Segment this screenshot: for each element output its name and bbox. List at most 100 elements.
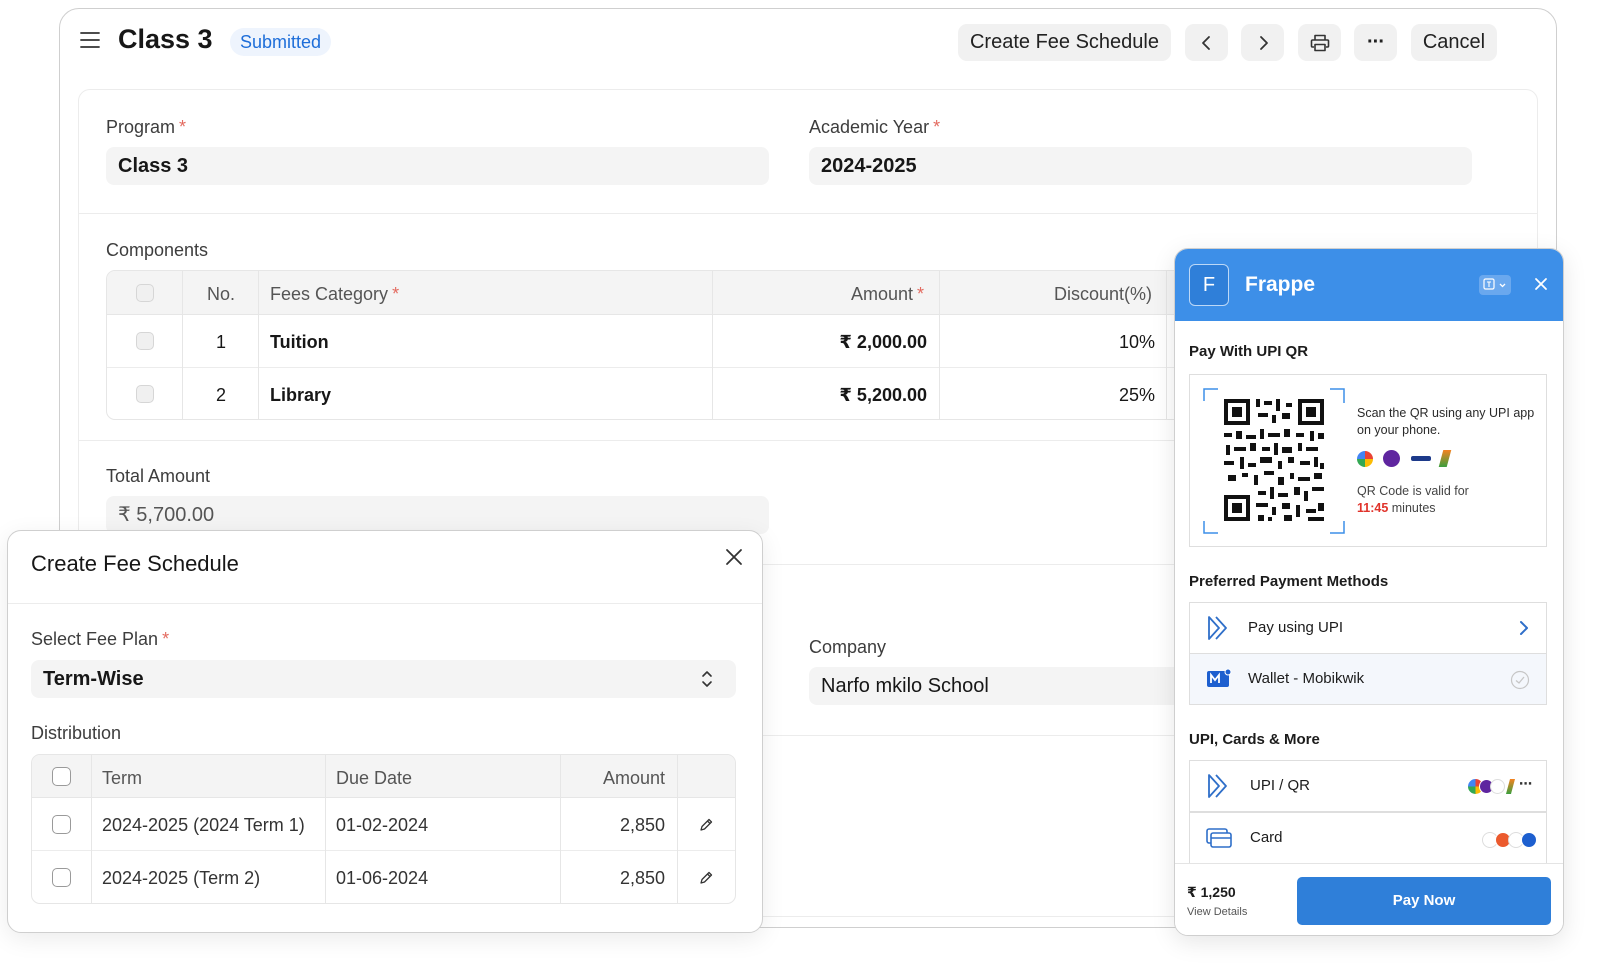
create-fee-schedule-dialog: Create Fee Schedule Select Fee Plan* Ter… <box>7 530 763 933</box>
method-label: UPI / QR <box>1250 777 1310 794</box>
upi-icon <box>1206 773 1230 799</box>
row-amount: 2,850 <box>572 814 665 836</box>
cancel-button[interactable]: Cancel <box>1411 24 1497 61</box>
payment-widget: F Frappe Pay With UPI QR <box>1174 248 1564 936</box>
upi-qr-option[interactable]: UPI / QR ⋯ <box>1189 760 1547 812</box>
select-all-checkbox[interactable] <box>136 284 154 302</box>
row-checkbox[interactable] <box>52 815 71 834</box>
method-label: Pay using UPI <box>1248 619 1343 636</box>
column-amount: Amount* <box>851 283 924 305</box>
row-checkbox[interactable] <box>136 385 154 403</box>
table-header: No. Fees Category* Amount* Discount(%) <box>107 271 1285 315</box>
merchant-name: Frappe <box>1245 273 1315 297</box>
menu-icon[interactable] <box>80 31 100 49</box>
pay-using-upi-option[interactable]: Pay using UPI <box>1189 602 1547 654</box>
next-button[interactable] <box>1241 24 1284 61</box>
upi-cards-more-title: UPI, Cards & More <box>1189 731 1320 748</box>
column-divider <box>182 271 183 419</box>
fee-plan-value: Term-Wise <box>43 668 144 690</box>
row-amount: 2,850 <box>572 867 665 889</box>
merchant-logo: F <box>1189 264 1229 306</box>
chevron-right-icon <box>1519 620 1529 636</box>
scan-instructions: Scan the QR using any UPI app on your ph… <box>1357 405 1542 439</box>
column-divider <box>325 755 326 903</box>
previous-button[interactable] <box>1185 24 1228 61</box>
payment-footer: ₹ 1,250 View Details Pay Now <box>1175 863 1563 936</box>
table-row[interactable]: 2024-2025 (Term 2) 01-06-2024 2,850 <box>32 851 735 904</box>
column-divider <box>258 271 259 419</box>
fee-plan-select[interactable]: Term-Wise <box>31 660 736 698</box>
row-due-date: 01-06-2024 <box>336 867 428 889</box>
qr-section-title: Pay With UPI QR <box>1189 343 1308 360</box>
components-table: No. Fees Category* Amount* Discount(%) 1… <box>106 270 1286 420</box>
upi-icon <box>1206 615 1230 641</box>
bhim-icon <box>1439 450 1452 467</box>
select-all-checkbox[interactable] <box>52 767 71 786</box>
language-icon[interactable] <box>1479 275 1511 295</box>
column-due-date: Due Date <box>336 767 412 789</box>
table-row[interactable]: 2 Library ₹ 5,200.00 25% <box>107 368 1285 420</box>
program-label: Program* <box>106 117 186 138</box>
status-badge: Submitted <box>230 28 331 56</box>
printer-icon <box>1310 34 1330 52</box>
more-options-button[interactable]: ··· <box>1354 24 1397 61</box>
mobikwik-icon <box>1206 668 1232 690</box>
qr-validity: QR Code is valid for 11:45 minutes <box>1357 483 1542 517</box>
qr-panel: Scan the QR using any UPI app on your ph… <box>1189 374 1547 547</box>
card-option[interactable]: Card <box>1189 812 1547 864</box>
chevron-left-icon <box>1200 35 1214 51</box>
column-amount: Amount <box>572 767 665 789</box>
create-fee-schedule-button[interactable]: Create Fee Schedule <box>958 24 1171 61</box>
row-amount: ₹ 2,000.00 <box>807 331 927 353</box>
column-no: No. <box>207 283 235 305</box>
close-icon[interactable] <box>1534 277 1548 291</box>
column-divider <box>560 755 561 903</box>
close-icon[interactable] <box>724 547 744 567</box>
company-label: Company <box>809 637 886 658</box>
page-title: Class 3 <box>118 24 213 55</box>
gpay-icon <box>1357 451 1373 467</box>
table-row[interactable]: 2024-2025 (2024 Term 1) 01-02-2024 2,850 <box>32 798 735 851</box>
paytm-icon <box>1411 456 1431 461</box>
table-header: Term Due Date Amount <box>32 755 735 798</box>
select-arrows-icon <box>701 669 713 689</box>
table-row[interactable]: 1 Tuition ₹ 2,000.00 10% <box>107 315 1285 368</box>
more-icon: ⋯ <box>1519 776 1532 792</box>
edit-icon[interactable] <box>698 870 714 886</box>
payment-amount: ₹ 1,250 <box>1187 884 1236 901</box>
dialog-divider <box>8 603 762 604</box>
fee-plan-label: Select Fee Plan* <box>31 629 169 650</box>
column-discount: Discount(%) <box>1054 283 1152 305</box>
total-amount-field: ₹ 5,700.00 <box>106 496 769 534</box>
row-checkbox[interactable] <box>136 332 154 350</box>
method-label: Card <box>1250 829 1283 846</box>
upi-app-icons <box>1357 449 1467 467</box>
row-term: 2024-2025 (Term 2) <box>102 867 260 889</box>
dialog-title: Create Fee Schedule <box>31 551 239 577</box>
card-network-icons <box>1482 832 1542 848</box>
wallet-mobikwik-option[interactable]: Wallet - Mobikwik <box>1189 653 1547 705</box>
total-amount-label: Total Amount <box>106 466 210 487</box>
pay-now-button[interactable]: Pay Now <box>1297 877 1551 925</box>
row-no: 2 <box>216 384 226 406</box>
row-term: 2024-2025 (2024 Term 1) <box>102 814 305 836</box>
row-discount: 25% <box>1067 384 1155 406</box>
program-field[interactable]: Class 3 <box>106 147 769 185</box>
column-divider <box>712 271 713 419</box>
row-discount: 10% <box>1067 331 1155 353</box>
academic-year-label: Academic Year* <box>809 117 940 138</box>
payment-header: F Frappe <box>1175 249 1563 321</box>
method-label: Wallet - Mobikwik <box>1248 670 1364 687</box>
column-divider <box>677 755 678 903</box>
row-category: Library <box>270 384 331 406</box>
row-checkbox[interactable] <box>52 868 71 887</box>
paytm-icon <box>1490 779 1505 794</box>
chevron-right-icon <box>1256 35 1270 51</box>
view-details-link[interactable]: View Details <box>1187 906 1247 918</box>
print-button[interactable] <box>1298 24 1341 61</box>
column-divider <box>1166 271 1167 419</box>
distribution-table: Term Due Date Amount 2024-2025 (2024 Ter… <box>31 754 736 904</box>
edit-icon[interactable] <box>698 817 714 833</box>
column-divider <box>939 271 940 419</box>
academic-year-field[interactable]: 2024-2025 <box>809 147 1472 185</box>
